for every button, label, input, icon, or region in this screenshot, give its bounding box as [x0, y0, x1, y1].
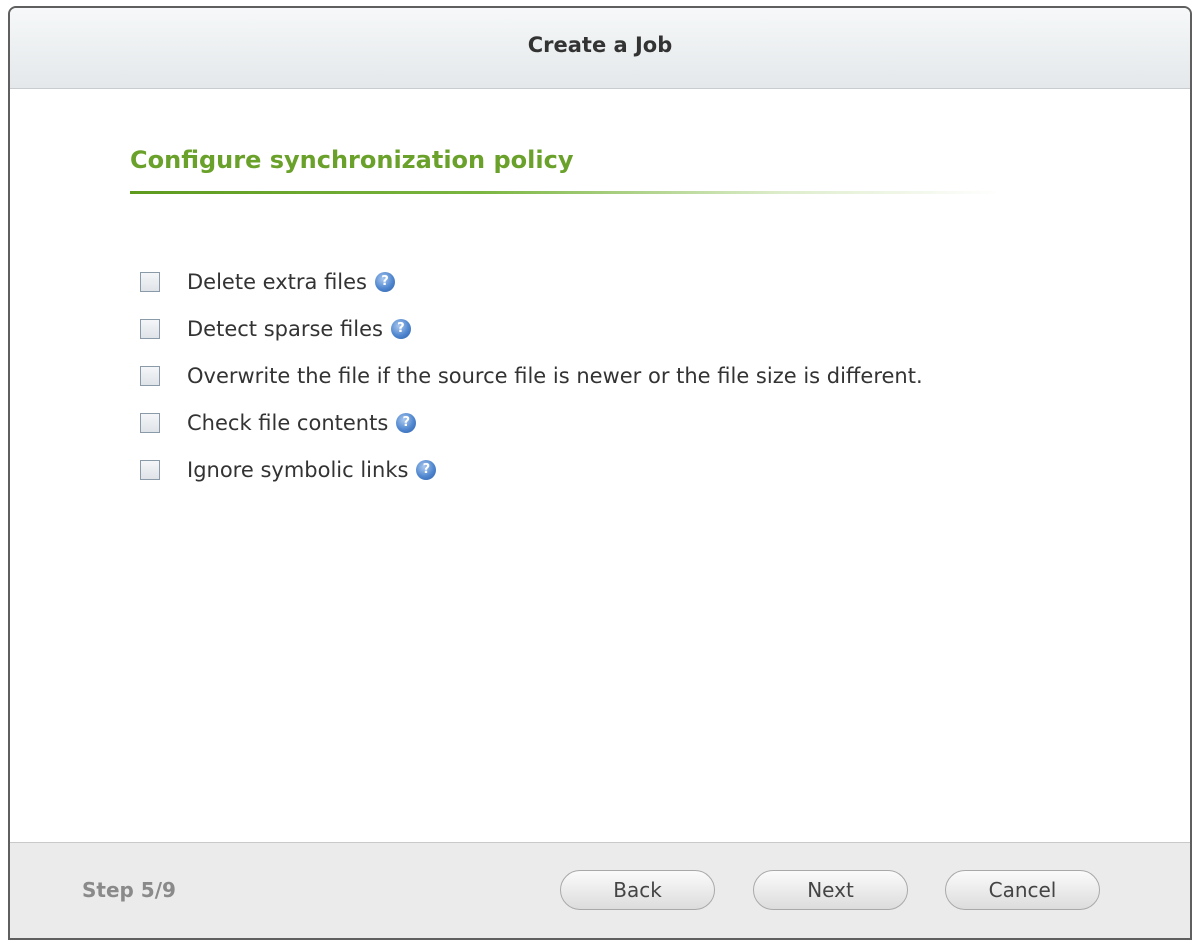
option-check-file-contents[interactable]: Check file contents ? [140, 399, 923, 446]
option-label[interactable]: Ignore symbolic links [187, 458, 408, 482]
help-icon[interactable]: ? [390, 318, 411, 339]
option-ignore-symbolic-links[interactable]: Ignore symbolic links ? [140, 446, 923, 493]
create-job-dialog: Create a Job Configure synchronization p… [8, 6, 1192, 940]
dialog-titlebar: Create a Job [10, 8, 1190, 89]
option-delete-extra-files[interactable]: Delete extra files ? [140, 258, 923, 305]
option-label[interactable]: Overwrite the file if the source file is… [187, 364, 923, 388]
option-label[interactable]: Detect sparse files [187, 317, 383, 341]
detect-sparse-files-checkbox[interactable] [140, 318, 160, 339]
option-overwrite-newer-or-different-size[interactable]: Overwrite the file if the source file is… [140, 352, 923, 399]
help-icon[interactable]: ? [375, 271, 395, 292]
ignore-symbolic-links-checkbox[interactable] [140, 459, 160, 480]
policy-options-list: Delete extra files ? Detect sparse files… [140, 258, 923, 493]
option-label[interactable]: Check file contents [187, 411, 388, 435]
option-detect-sparse-files[interactable]: Detect sparse files ? [140, 305, 923, 352]
overwrite-file-checkbox[interactable] [140, 365, 160, 386]
section-heading: Configure synchronization policy [130, 146, 574, 174]
check-file-contents-checkbox[interactable] [140, 412, 160, 433]
dialog-footer: Step 5/9 Back Next Cancel [10, 842, 1190, 938]
dialog-title: Create a Job [527, 33, 673, 57]
help-icon[interactable]: ? [416, 459, 437, 480]
back-button[interactable]: Back [560, 870, 715, 910]
delete-extra-files-checkbox[interactable] [140, 271, 160, 292]
heading-divider [130, 191, 1000, 194]
step-indicator: Step 5/9 [82, 878, 176, 902]
cancel-button[interactable]: Cancel [945, 870, 1100, 910]
next-button[interactable]: Next [753, 870, 908, 910]
option-label[interactable]: Delete extra files [187, 270, 367, 294]
help-icon[interactable]: ? [396, 412, 417, 433]
